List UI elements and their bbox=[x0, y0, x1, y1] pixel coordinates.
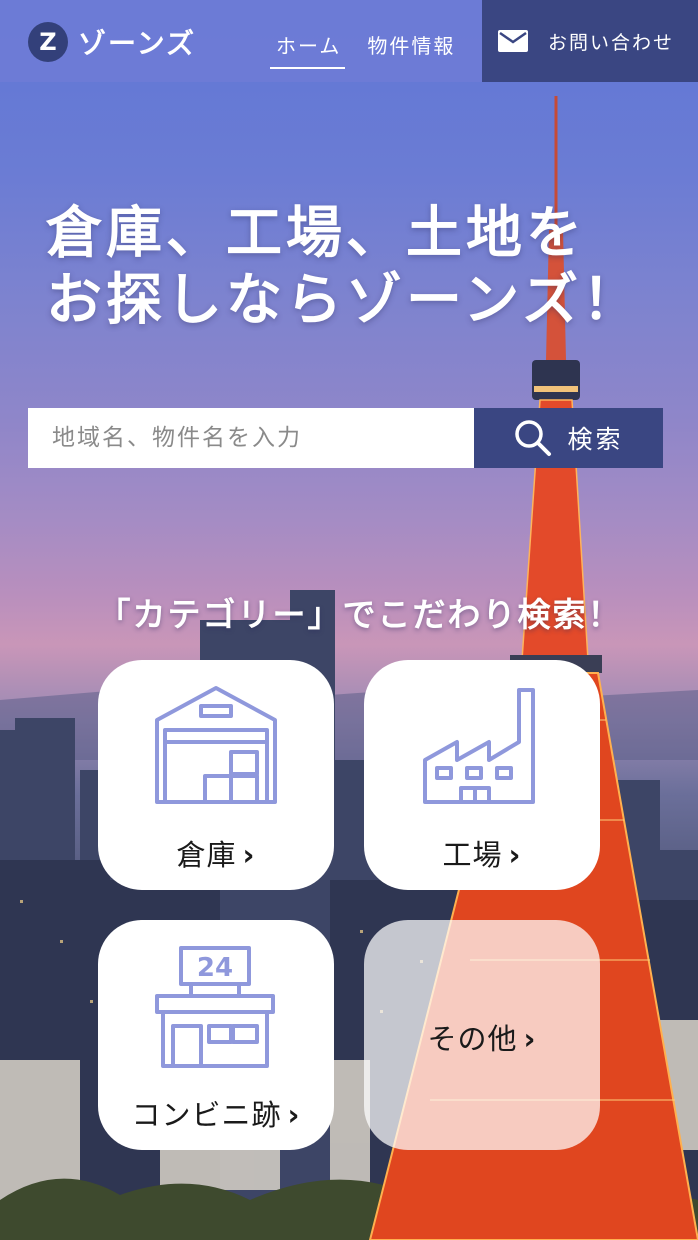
nav-item-home[interactable]: ホーム bbox=[270, 30, 346, 69]
logo[interactable]: Z ゾーンズ bbox=[28, 22, 196, 62]
contact-label: お問い合わせ bbox=[548, 31, 675, 54]
category-heading: 「カテゴリー」でこだわり検索！ bbox=[97, 595, 623, 634]
search-bar: 検索 bbox=[28, 408, 663, 468]
nav-item-properties[interactable]: 物件情報 bbox=[361, 30, 459, 69]
mail-icon bbox=[498, 30, 528, 52]
chevron-right-icon: › bbox=[287, 1098, 301, 1132]
hero-title-line-1: 倉庫、工場、土地を bbox=[46, 201, 586, 266]
category-card-other[interactable]: その他 › bbox=[364, 920, 600, 1150]
category-card-convenience-store[interactable]: 24 コンビニ跡 › bbox=[98, 920, 334, 1150]
category-card-factory[interactable]: 工場 › bbox=[364, 660, 600, 890]
category-label-warehouse: 倉庫 › bbox=[176, 838, 256, 872]
site-header: Z ゾーンズ ホーム 物件情報 お問い合わせ bbox=[0, 0, 698, 82]
warehouse-icon bbox=[98, 680, 334, 810]
convenience-store-icon: 24 bbox=[98, 944, 334, 1074]
logo-name: ゾーンズ bbox=[78, 27, 197, 60]
hero-title-line-2: お探しならゾーンズ！ bbox=[46, 268, 643, 334]
search-icon bbox=[515, 420, 552, 456]
search-button-label: 検索 bbox=[567, 425, 624, 454]
search-input[interactable] bbox=[28, 408, 474, 468]
main-nav: ホーム 物件情報 bbox=[270, 30, 475, 69]
logo-mark: Z bbox=[28, 22, 68, 62]
chevron-right-icon: › bbox=[508, 838, 522, 872]
category-card-warehouse[interactable]: 倉庫 › bbox=[98, 660, 334, 890]
chevron-right-icon: › bbox=[242, 838, 256, 872]
category-label-convenience-store: コンビニ跡 › bbox=[131, 1098, 301, 1132]
chevron-right-icon: › bbox=[523, 1022, 537, 1056]
category-label-other: その他 › bbox=[427, 1022, 537, 1056]
contact-button[interactable]: お問い合わせ bbox=[482, 0, 698, 82]
factory-icon bbox=[364, 680, 600, 810]
hero-title: 倉庫、工場、土地を お探しならゾーンズ！ bbox=[46, 200, 686, 334]
search-button[interactable]: 検索 bbox=[474, 408, 663, 468]
category-label-factory: 工場 › bbox=[442, 838, 522, 872]
store-sign-text: 24 bbox=[197, 953, 233, 983]
